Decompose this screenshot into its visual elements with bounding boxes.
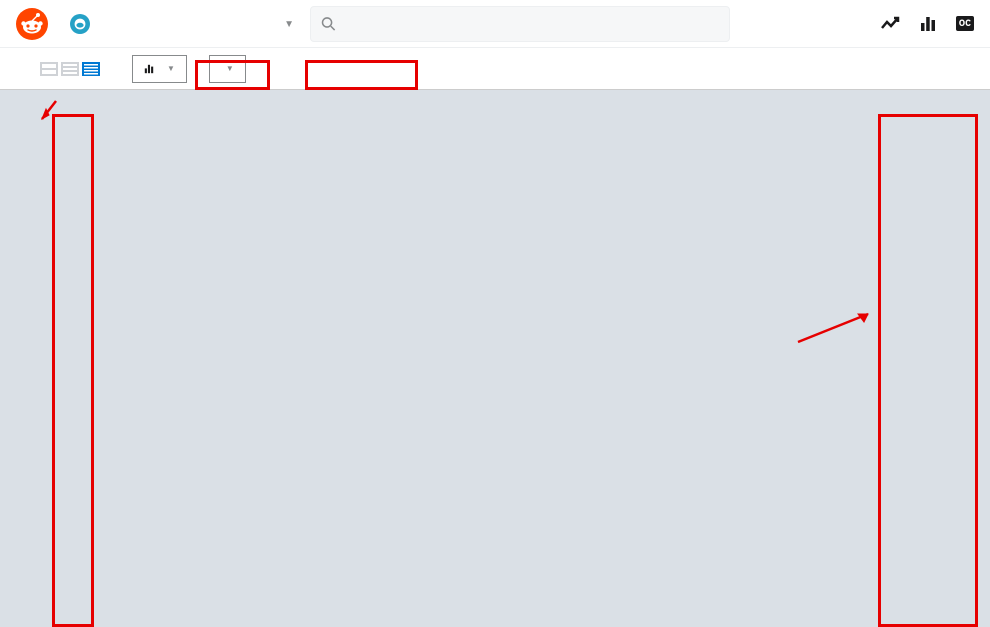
oc-badge[interactable]: OC — [956, 16, 974, 31]
search-input[interactable] — [342, 15, 719, 33]
header-icons: OC — [880, 14, 974, 34]
sort-time-button[interactable]: ▼ — [209, 55, 246, 83]
subreddit-selector[interactable]: ▼ — [62, 10, 302, 38]
subreddit-icon — [70, 14, 90, 34]
view-mode-buttons — [40, 62, 100, 76]
sort-toolbar: ▼ ▼ — [0, 48, 990, 90]
snoo-icon — [16, 8, 48, 40]
view-card-button[interactable] — [40, 62, 58, 76]
view-classic-button[interactable] — [61, 62, 79, 76]
search-bar[interactable] — [310, 6, 730, 42]
bars-icon — [143, 63, 155, 75]
chevron-down-icon: ▼ — [167, 64, 176, 74]
top-header: ▼ OC — [0, 0, 990, 48]
trending-icon[interactable] — [880, 14, 900, 34]
reddit-logo[interactable] — [16, 8, 54, 40]
view-compact-button[interactable] — [82, 62, 100, 76]
chevron-down-icon: ▼ — [284, 17, 294, 30]
stats-icon[interactable] — [918, 14, 938, 34]
chevron-down-icon: ▼ — [226, 64, 235, 74]
search-icon — [321, 16, 336, 32]
sort-top-button[interactable]: ▼ — [132, 55, 187, 83]
